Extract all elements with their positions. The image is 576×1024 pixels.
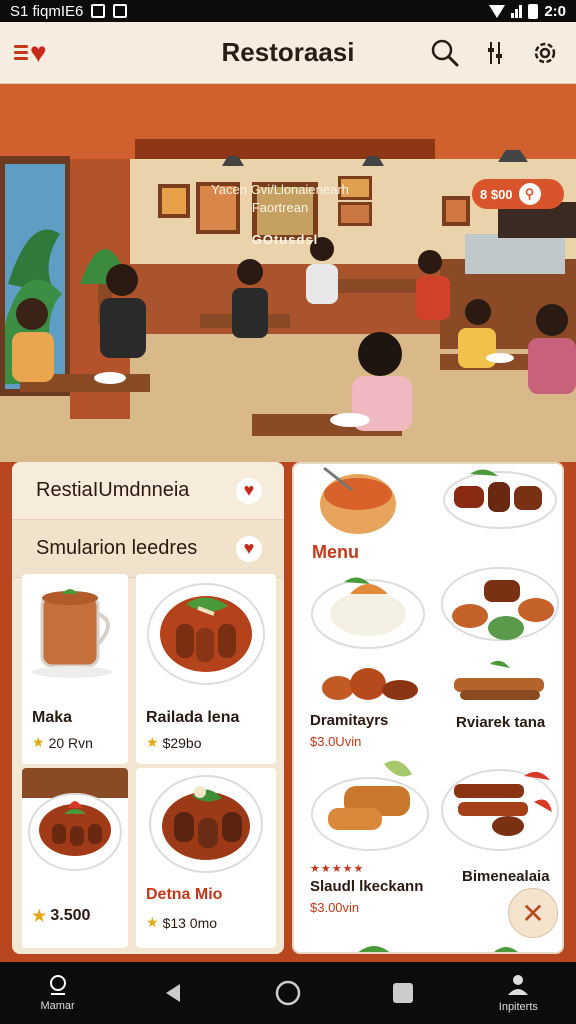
price-pill[interactable]: 8 $00 ⚲ <box>472 179 564 209</box>
app-notification-icon <box>113 4 128 18</box>
star-icon: ★ <box>32 734 45 750</box>
notification-icon <box>91 4 106 18</box>
star-icon: ★ <box>146 734 159 750</box>
filter-icon <box>488 41 502 64</box>
menu-item-name[interactable]: Dramitayrs <box>310 712 388 729</box>
restaurant-card-title: RestiaIUmdnneia <box>36 479 190 501</box>
hero-banner: Yacen Gvi/Llonaienearh Faortrean GOtusds… <box>0 84 576 462</box>
home-circle-icon <box>275 980 301 1006</box>
left-panel: RestiaIUmdnneia ♥ Smularion leedres ♥ Ma… <box>12 462 284 954</box>
menu-button[interactable]: ♥ <box>14 36 47 68</box>
status-left-text: S1 fiqmIE6 <box>10 2 84 20</box>
menu-item-name[interactable]: Bimenealaia <box>462 868 550 885</box>
recents-square-icon <box>393 983 414 1003</box>
restaurant-interior-illustration <box>0 84 576 462</box>
status-time: 2:0 <box>544 2 566 20</box>
dish-card[interactable]: Railada lena ★ $29bo <box>136 574 276 764</box>
filter-button[interactable] <box>478 36 512 70</box>
close-button[interactable]: ✕ <box>508 888 558 938</box>
dish-card[interactable]: Detna Mio ★ $13 0mo <box>136 768 276 948</box>
menu-item-name[interactable]: Slaudl lkeckann <box>310 878 423 895</box>
nav-recents[interactable] <box>363 982 443 1004</box>
gear-icon <box>534 42 556 63</box>
favorite-heart-icon[interactable]: ♥ <box>236 477 262 504</box>
price-pill-label: 8 $00 <box>480 186 513 202</box>
hero-caption-line1: Yacen Gvi/Llonaienearh <box>211 182 349 197</box>
recommendations-title: Smularion leedres <box>36 537 198 559</box>
nav-profile-label: Inpiterts <box>498 1001 538 1013</box>
dish-price: ★ 20 Rvn <box>32 734 93 751</box>
nav-back[interactable] <box>133 982 213 1004</box>
restaurant-card-header[interactable]: RestiaIUmdnneia ♥ <box>12 462 284 520</box>
dish-price: ★ $29bo <box>146 734 202 751</box>
sate-bowl-image <box>147 583 265 685</box>
recommendations-header[interactable]: Smularion leedres ♥ <box>12 520 284 578</box>
tea-cup-image <box>32 589 112 678</box>
close-icon: ✕ <box>521 897 545 929</box>
dish-card[interactable]: ★ 3.500 <box>22 768 128 948</box>
star-icon: ★ <box>32 908 47 925</box>
menu-item-name[interactable]: Rviarek tana <box>456 714 545 731</box>
app-bar: Restoraasi ♥ <box>0 22 576 84</box>
battery-icon <box>528 3 539 19</box>
menu-heading: Menu <box>312 542 359 562</box>
nav-profile[interactable]: Inpiterts <box>478 973 558 1013</box>
menu-item-price: $3.00vin <box>310 900 360 915</box>
nav-home[interactable]: Mamar <box>18 974 98 1012</box>
dish-price: ★ $13 0mo <box>146 914 217 931</box>
nav-home-button[interactable] <box>248 980 328 1006</box>
favorite-heart-icon[interactable]: ♥ <box>236 535 262 562</box>
status-bar: S1 fiqmIE6 2:0 <box>0 0 576 22</box>
home-icon <box>49 975 66 995</box>
back-triangle-icon <box>165 984 180 1002</box>
star-icon: ★ <box>146 914 159 930</box>
dish-price-value: $13 0mo <box>162 914 218 931</box>
dish-name: Railada lena <box>146 709 240 726</box>
profile-icon <box>508 975 529 995</box>
dish-price-value: 20 Rvn <box>48 734 93 751</box>
dish-name: Maka <box>32 709 73 726</box>
rendang-bowl-image <box>149 775 263 873</box>
dish-price: ★ 3.500 <box>32 906 90 926</box>
menu-panel: Menu Dramitayrs $3.0Uvin Rviarek tana ★★… <box>292 462 564 954</box>
soup-bowl-image <box>22 768 128 871</box>
nav-home-label: Mamar <box>40 1000 75 1012</box>
settings-button[interactable] <box>528 36 562 70</box>
dish-name: Detna Mio <box>146 886 223 903</box>
bottom-navigation: Mamar Inpiterts <box>0 962 576 1024</box>
hero-sign: GOtusdsl <box>251 232 319 247</box>
dish-price-value: 3.500 <box>50 907 91 924</box>
search-button[interactable] <box>428 36 462 70</box>
menu-item-rating: ★★★★★ <box>310 863 365 875</box>
search-icon <box>431 39 459 66</box>
menu-item-price: $3.0Uvin <box>310 734 362 749</box>
hamburger-icon <box>14 45 28 60</box>
dish-card[interactable]: Maka ★ 20 Rvn <box>22 574 128 764</box>
heart-logo-icon: ♥ <box>30 36 47 68</box>
signal-icon <box>511 4 523 18</box>
location-pin-icon: ⚲ <box>518 183 541 205</box>
wifi-icon <box>489 4 506 18</box>
hero-caption-line2: Faortrean <box>251 200 309 215</box>
dish-price-value: $29bo <box>162 734 202 751</box>
